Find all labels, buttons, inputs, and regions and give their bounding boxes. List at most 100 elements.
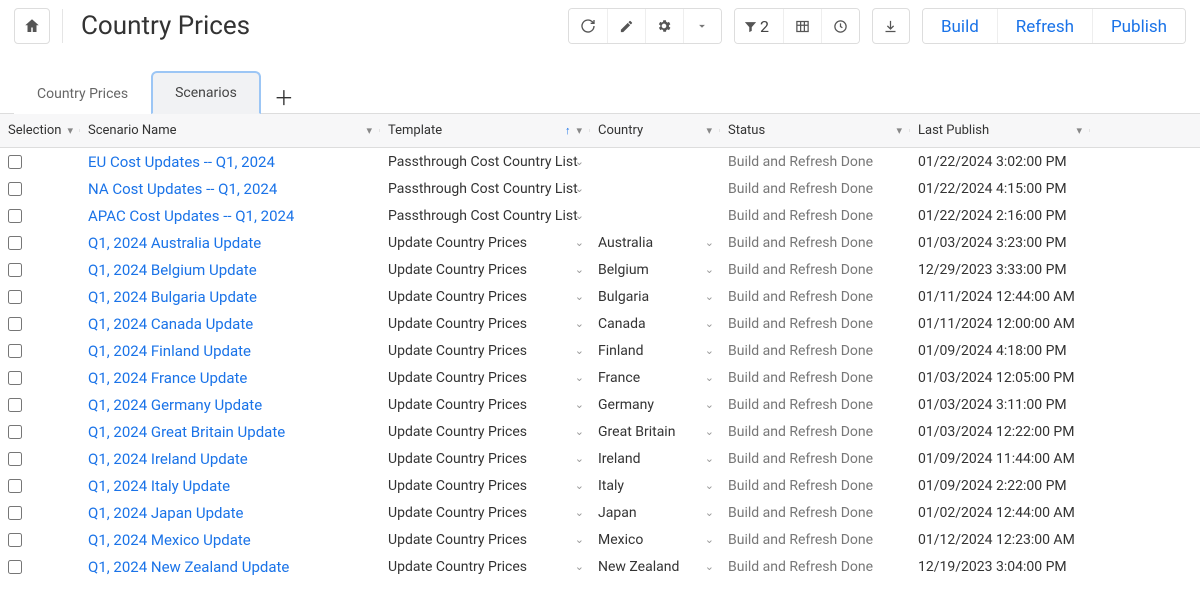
cell-status: Build and Refresh Done	[720, 316, 910, 332]
chevron-down-icon[interactable]: ⌄	[705, 344, 714, 357]
filter-icon	[743, 19, 758, 34]
chevron-down-icon[interactable]: ⌄	[575, 317, 584, 330]
chevron-down-icon[interactable]: ⌄	[705, 236, 714, 249]
chevron-down-icon[interactable]: ▾	[896, 124, 902, 137]
chevron-down-icon[interactable]: ⌄	[705, 263, 714, 276]
chevron-down-icon[interactable]: ⌄	[575, 398, 584, 411]
scenario-link[interactable]: Q1, 2024 Bulgaria Update	[88, 288, 257, 306]
cell-scenario: Q1, 2024 Australia Update	[80, 234, 380, 252]
chevron-down-icon[interactable]: ⌄	[575, 506, 584, 519]
row-checkbox[interactable]	[8, 452, 22, 466]
edit-button[interactable]	[607, 8, 645, 44]
col-country[interactable]: Country ▾	[590, 123, 720, 138]
scenario-link[interactable]: Q1, 2024 Finland Update	[88, 342, 251, 360]
sort-asc-icon[interactable]: ↑	[565, 124, 571, 137]
col-scenario-name[interactable]: Scenario Name ▾	[80, 123, 380, 138]
row-checkbox[interactable]	[8, 182, 22, 196]
chevron-down-icon[interactable]: ⌄	[575, 371, 584, 384]
chevron-down-icon[interactable]: ⌄	[705, 317, 714, 330]
col-status[interactable]: Status ▾	[720, 123, 910, 138]
settings-button[interactable]	[645, 8, 683, 44]
chevron-down-icon[interactable]: ⌄	[575, 425, 584, 438]
home-button[interactable]	[14, 8, 50, 44]
row-checkbox[interactable]	[8, 479, 22, 493]
row-checkbox[interactable]	[8, 533, 22, 547]
col-last-publish[interactable]: Last Publish ▾	[910, 123, 1090, 138]
row-checkbox[interactable]	[8, 506, 22, 520]
chevron-down-icon[interactable]: ⌄	[575, 290, 584, 303]
refresh-icon-button[interactable]	[569, 8, 607, 44]
tab-country-prices[interactable]: Country Prices	[14, 73, 151, 114]
scenario-link[interactable]: Q1, 2024 Germany Update	[88, 396, 262, 414]
cell-country: France ⌄	[590, 370, 720, 386]
chevron-down-icon[interactable]: ⌄	[575, 344, 584, 357]
row-checkbox[interactable]	[8, 317, 22, 331]
row-checkbox[interactable]	[8, 560, 22, 574]
chevron-down-icon[interactable]: ▾	[576, 124, 582, 137]
row-checkbox[interactable]	[8, 155, 22, 169]
chevron-down-icon[interactable]: ⌄	[575, 533, 584, 546]
add-tab-button[interactable]: ＋	[267, 79, 301, 113]
row-checkbox-cell	[0, 155, 80, 169]
col-template[interactable]: Template ↑ ▾	[380, 123, 590, 138]
row-checkbox[interactable]	[8, 236, 22, 250]
chevron-down-icon[interactable]: ⌄	[575, 560, 584, 573]
scenario-link[interactable]: Q1, 2024 Mexico Update	[88, 531, 251, 549]
refresh-button[interactable]: Refresh	[997, 9, 1092, 44]
cell-status: Build and Refresh Done	[720, 370, 910, 386]
chevron-down-icon[interactable]: ⌄	[705, 560, 714, 573]
scenario-link[interactable]: Q1, 2024 Belgium Update	[88, 261, 257, 279]
chevron-down-icon[interactable]: ⌄	[575, 155, 584, 168]
chevron-down-icon[interactable]: ⌄	[705, 533, 714, 546]
scenario-link[interactable]: NA Cost Updates -- Q1, 2024	[88, 180, 277, 198]
chevron-down-icon[interactable]: ⌄	[705, 371, 714, 384]
scenario-link[interactable]: APAC Cost Updates -- Q1, 2024	[88, 207, 294, 225]
chevron-down-icon[interactable]: ⌄	[575, 236, 584, 249]
row-checkbox[interactable]	[8, 263, 22, 277]
publish-button[interactable]: Publish	[1092, 9, 1185, 44]
scenario-link[interactable]: EU Cost Updates -- Q1, 2024	[88, 153, 275, 171]
scenario-link[interactable]: Q1, 2024 Canada Update	[88, 315, 253, 333]
row-checkbox-cell	[0, 263, 80, 277]
chevron-down-icon[interactable]: ⌄	[705, 452, 714, 465]
chevron-down-icon[interactable]: ▾	[366, 124, 372, 137]
scenario-link[interactable]: Q1, 2024 Great Britain Update	[88, 423, 285, 441]
scenario-link[interactable]: Q1, 2024 Japan Update	[88, 504, 244, 522]
chevron-down-icon[interactable]: ▾	[67, 124, 73, 137]
chevron-down-icon[interactable]: ⌄	[705, 479, 714, 492]
chevron-down-icon[interactable]: ▾	[706, 124, 712, 137]
chevron-down-icon[interactable]: ⌄	[705, 290, 714, 303]
col-selection[interactable]: Selection ▾	[0, 123, 80, 138]
filter-button[interactable]: 2	[735, 8, 783, 44]
scenario-link[interactable]: Q1, 2024 France Update	[88, 369, 247, 387]
scenario-link[interactable]: Q1, 2024 Ireland Update	[88, 450, 248, 468]
chevron-down-icon[interactable]: ⌄	[575, 479, 584, 492]
row-checkbox[interactable]	[8, 371, 22, 385]
chevron-down-icon[interactable]: ⌄	[705, 425, 714, 438]
gear-icon	[656, 18, 672, 34]
chevron-down-icon[interactable]: ⌄	[575, 182, 584, 195]
more-dropdown[interactable]	[683, 8, 721, 44]
row-checkbox[interactable]	[8, 209, 22, 223]
chevron-down-icon[interactable]: ⌄	[575, 209, 584, 222]
columns-button[interactable]	[783, 8, 821, 44]
row-checkbox-cell	[0, 452, 80, 466]
chevron-down-icon[interactable]: ▾	[1076, 124, 1082, 137]
chevron-down-icon[interactable]: ⌄	[575, 452, 584, 465]
row-checkbox[interactable]	[8, 344, 22, 358]
chevron-down-icon[interactable]: ⌄	[575, 263, 584, 276]
download-button[interactable]	[872, 8, 910, 44]
cell-country: Germany ⌄	[590, 397, 720, 413]
build-button[interactable]: Build	[923, 9, 997, 44]
row-checkbox[interactable]	[8, 425, 22, 439]
scenario-link[interactable]: Q1, 2024 New Zealand Update	[88, 558, 289, 576]
scenario-link[interactable]: Q1, 2024 Italy Update	[88, 477, 230, 495]
scenario-link[interactable]: Q1, 2024 Australia Update	[88, 234, 261, 252]
row-checkbox-cell	[0, 236, 80, 250]
tab-scenarios[interactable]: Scenarios	[151, 71, 261, 114]
row-checkbox[interactable]	[8, 398, 22, 412]
history-button[interactable]	[821, 8, 859, 44]
row-checkbox[interactable]	[8, 290, 22, 304]
chevron-down-icon[interactable]: ⌄	[705, 506, 714, 519]
chevron-down-icon[interactable]: ⌄	[705, 398, 714, 411]
